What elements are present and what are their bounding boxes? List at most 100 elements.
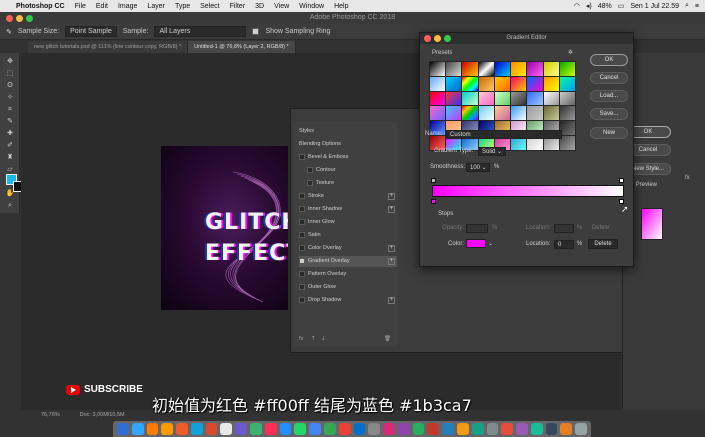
gradient-preset-swatch[interactable] — [430, 76, 446, 91]
eyedropper-icon[interactable]: ✎ — [4, 117, 16, 127]
menu-list-icon[interactable]: ≡ — [695, 3, 699, 10]
gradient-load-button[interactable]: Load... — [590, 90, 628, 102]
healing-brush-icon[interactable]: ✚ — [4, 129, 16, 139]
color-stop-left[interactable] — [431, 199, 436, 204]
gradient-preset-swatch[interactable] — [559, 121, 575, 136]
gradient-preset-swatch[interactable] — [559, 91, 575, 106]
menu-edit[interactable]: Edit — [96, 3, 108, 10]
satin-checkbox[interactable] — [299, 231, 305, 238]
move-tool-icon[interactable]: ✥ — [4, 57, 16, 67]
dock-app-icon[interactable] — [264, 423, 277, 435]
zoom-tool-icon[interactable]: ⌕ — [4, 201, 16, 211]
blending-options-item[interactable]: Blending Options — [299, 139, 397, 150]
menu-file[interactable]: File — [75, 3, 86, 10]
gradient-overlay-item[interactable]: Gradient Overlay + — [299, 256, 397, 267]
gradient-preset-swatch[interactable] — [446, 106, 462, 121]
stroke-add-icon[interactable]: + — [388, 193, 395, 200]
dock-app-icon[interactable] — [427, 423, 440, 435]
menu-layer[interactable]: Layer — [147, 3, 165, 10]
gradient-preset-swatch[interactable] — [446, 91, 462, 106]
dock-app-icon[interactable] — [486, 423, 499, 435]
inner-shadow-add-icon[interactable]: + — [388, 206, 395, 213]
gradient-overlay-add-icon[interactable]: + — [388, 258, 395, 265]
marquee-tool-icon[interactable]: ⬚ — [4, 69, 16, 79]
color-dropdown-icon[interactable]: ⌄ — [488, 240, 493, 247]
gradient-ok-button[interactable]: OK — [590, 54, 628, 66]
satin-item[interactable]: Satin — [299, 230, 397, 241]
dock-app-icon[interactable] — [353, 423, 366, 435]
dock-app-icon[interactable] — [176, 423, 188, 435]
gradient-preset-swatch[interactable] — [527, 91, 543, 106]
opacity-stop-right[interactable] — [619, 178, 624, 183]
menu-window[interactable]: Window — [299, 3, 324, 10]
menu-type[interactable]: Type — [175, 3, 190, 10]
gradient-preset-swatch[interactable] — [446, 62, 462, 76]
drop-shadow-add-icon[interactable]: + — [388, 297, 395, 304]
volume-icon[interactable]: ◂) — [586, 2, 592, 10]
gradient-preset-swatch[interactable] — [494, 62, 511, 76]
gradient-preset-swatch[interactable] — [543, 106, 559, 121]
gradient-preset-swatch[interactable] — [511, 76, 527, 91]
tab-untitled-1[interactable]: Untitled-1 @ 76,8% (Layer 2, RGB/8) * — [188, 41, 296, 53]
dock-app-icon[interactable] — [146, 423, 159, 435]
dock-app-icon[interactable] — [530, 423, 543, 435]
gradient-preset-swatch[interactable] — [511, 62, 527, 76]
stroke-item[interactable]: Stroke + — [299, 191, 397, 202]
zoom-level[interactable]: 76,76% — [41, 410, 60, 420]
stamp-tool-icon[interactable]: ♜ — [4, 153, 16, 163]
menu-select[interactable]: Select — [200, 3, 219, 10]
tab-glitch-tutorials[interactable]: new glitch tutorials.psd @ 111% (line co… — [28, 41, 189, 53]
dock-app-icon[interactable] — [294, 423, 307, 435]
gradient-preset-swatch[interactable] — [543, 91, 559, 106]
move-down-icon[interactable]: ⇣ — [321, 336, 326, 342]
opacity-delete-button[interactable]: Delete — [592, 225, 609, 231]
gradient-preset-swatch[interactable] — [527, 62, 543, 76]
minimize-window-button[interactable] — [16, 14, 23, 22]
doc-size[interactable]: Doc: 3,00M/10,5M — [80, 410, 125, 420]
dock-app-icon[interactable] — [338, 423, 351, 435]
outer-glow-checkbox[interactable] — [299, 283, 305, 290]
color-overlay-checkbox[interactable] — [299, 244, 305, 251]
gradient-preset-swatch[interactable] — [494, 76, 511, 91]
contour-item[interactable]: Contour — [307, 165, 405, 176]
menu-app-name[interactable]: Photoshop CC — [16, 3, 65, 10]
opacity-stop-left[interactable] — [431, 178, 436, 183]
gradient-preset-swatch[interactable] — [559, 76, 575, 91]
dock-app-icon[interactable] — [471, 423, 484, 435]
presets-gear-icon[interactable]: ✲ — [568, 49, 573, 56]
dock-app-icon[interactable] — [397, 423, 410, 435]
fx-icon[interactable]: fx — [299, 336, 303, 342]
dock-app-icon[interactable] — [412, 423, 425, 435]
artwork-canvas[interactable]: GLITCH EFFECT — [161, 146, 288, 310]
styles-header[interactable]: Styles — [299, 126, 397, 137]
dock-app-icon[interactable] — [456, 423, 469, 435]
dock-app-icon[interactable] — [235, 423, 248, 435]
gradient-preset-swatch[interactable] — [543, 62, 559, 76]
close-window-button[interactable] — [6, 14, 13, 22]
gradient-preset-swatch[interactable] — [430, 91, 446, 106]
gradient-name-input[interactable]: Custom — [446, 130, 562, 139]
smoothness-input[interactable]: 100 ⌄ — [466, 163, 490, 172]
zoom-window-button[interactable] — [26, 14, 33, 22]
dock-app-icon[interactable] — [205, 423, 218, 435]
lasso-tool-icon[interactable]: ʘ — [4, 81, 16, 91]
dock-app-icon[interactable] — [516, 423, 528, 435]
dock-app-icon[interactable] — [220, 423, 233, 435]
gradient-overlay-checkbox[interactable] — [299, 257, 305, 264]
gradient-preset-swatch[interactable] — [478, 91, 494, 106]
gradient-preset-swatch[interactable] — [511, 91, 527, 106]
gradient-preset-swatch[interactable] — [543, 76, 559, 91]
ge-minimize-button[interactable] — [434, 35, 441, 42]
fx-layer-icon[interactable]: fx — [685, 175, 690, 181]
gradient-preset-swatch[interactable] — [446, 76, 462, 91]
dock-app-icon[interactable] — [117, 423, 129, 435]
gradient-preset-swatch[interactable] — [430, 106, 446, 121]
stroke-checkbox[interactable] — [299, 192, 305, 199]
gradient-preset-swatch[interactable] — [462, 76, 478, 91]
contour-checkbox[interactable] — [307, 166, 313, 173]
drop-shadow-item[interactable]: Drop Shadow + — [299, 295, 397, 306]
eyedropper-tool-icon[interactable]: ✎ — [6, 28, 12, 36]
dock-app-icon[interactable] — [190, 423, 203, 435]
gradient-preset-swatch[interactable] — [430, 62, 446, 76]
texture-item[interactable]: Texture — [307, 178, 405, 189]
